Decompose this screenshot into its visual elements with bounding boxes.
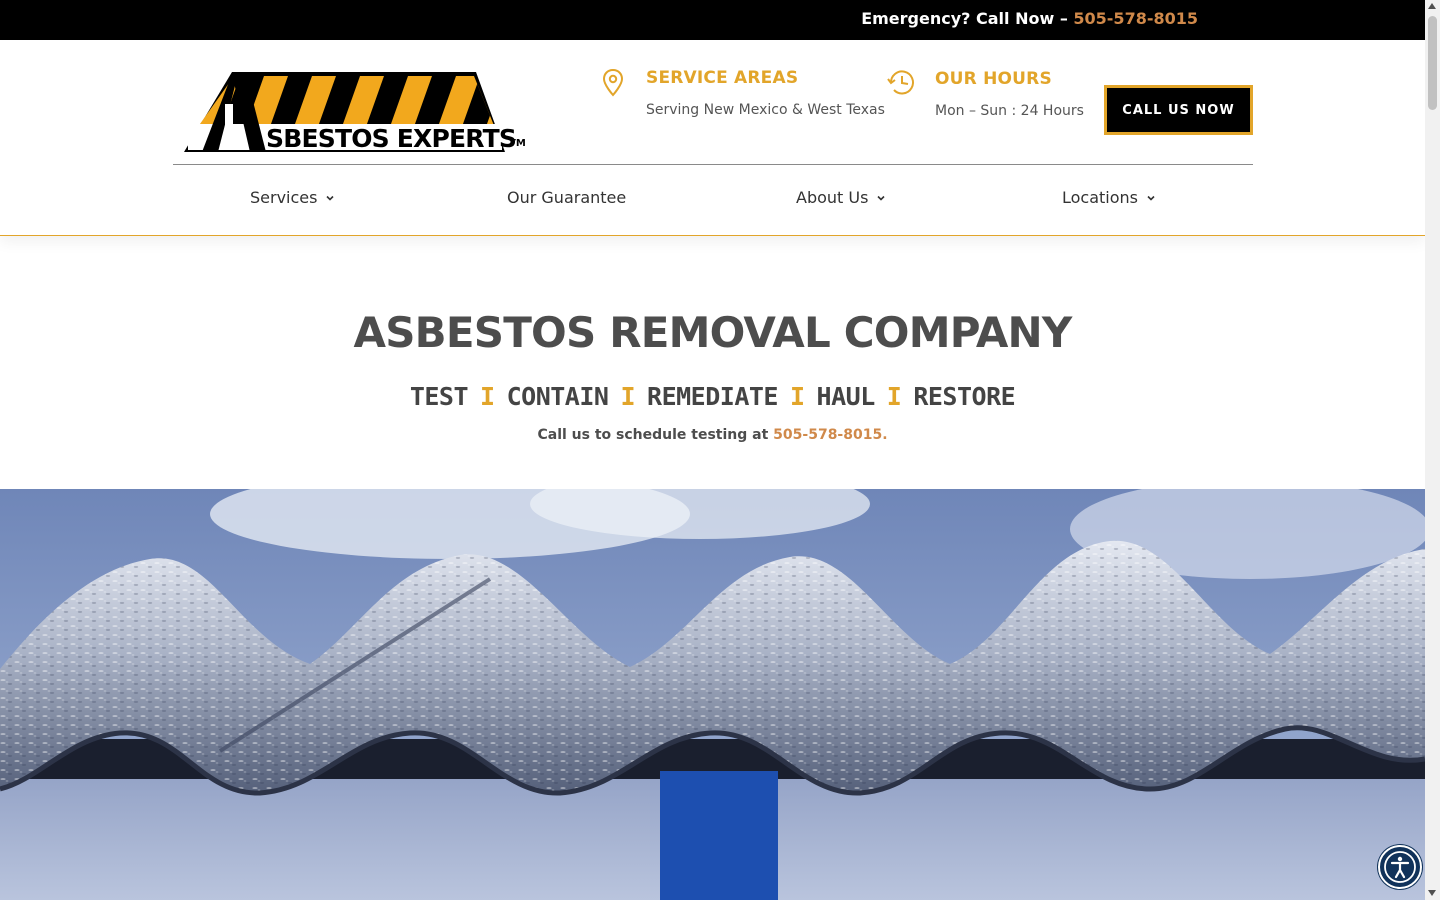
hero-roof-image [0, 489, 1425, 900]
step-haul: HAUL [816, 382, 876, 411]
nav-item-label: Locations [1062, 188, 1139, 207]
emergency-text: Emergency? Call Now – [861, 9, 1074, 28]
map-pin-icon [602, 68, 624, 97]
step-separator: I [480, 382, 495, 411]
nav-item-about-us[interactable]: About Us [796, 188, 886, 207]
step-restore: RESTORE [913, 382, 1016, 411]
scroll-down-arrow-icon[interactable] [1428, 890, 1436, 896]
nav-item-our-guarantee[interactable]: Our Guarantee [507, 188, 626, 207]
service-areas-block: SERVICE AREAS Serving New Mexico & West … [602, 68, 885, 128]
scroll-up-arrow-icon[interactable] [1428, 3, 1436, 9]
nav-item-services[interactable]: Services [250, 188, 335, 207]
hours-subtitle: Mon – Sun : 24 Hours [935, 103, 1084, 119]
step-separator: I [886, 382, 902, 411]
emergency-topbar: Emergency? Call Now – 505-578-8015 [0, 0, 1425, 40]
chevron-down-icon [1147, 195, 1155, 201]
nav-item-label: About Us [796, 188, 869, 207]
hours-block: OUR HOURS Mon – Sun : 24 Hours [887, 69, 1097, 129]
service-areas-title: SERVICE AREAS [646, 68, 799, 88]
hero-title: ASBESTOS REMOVAL COMPANY [353, 308, 1073, 357]
step-separator: I [789, 382, 805, 411]
step-contain: CONTAIN [506, 382, 609, 411]
emergency-phone-link[interactable]: 505-578-8015 [1073, 9, 1198, 28]
logo-trademark: TM [509, 138, 526, 149]
header-divider [173, 164, 1253, 165]
emergency-callout: Emergency? Call Now – 505-578-8015 [861, 9, 1198, 28]
schedule-phone-link[interactable]: 505-578-8015. [773, 427, 887, 443]
chevron-down-icon [326, 195, 335, 201]
nav-item-locations[interactable]: Locations [1062, 188, 1156, 207]
step-separator: I [620, 382, 636, 411]
chevron-down-icon [877, 195, 886, 201]
step-test: TEST [409, 382, 469, 411]
service-steps: TEST I CONTAIN I REMEDIATE I HAUL I RESTORE [0, 382, 1425, 411]
call-us-now-button[interactable]: CALL US NOW [1104, 85, 1253, 135]
accessibility-icon [1384, 851, 1416, 883]
main-nav: Services Our Guarantee About Us Location… [0, 188, 1425, 214]
site-logo[interactable]: SBESTOS EXPERTS TM [182, 70, 528, 156]
clock-history-icon [887, 70, 914, 95]
step-remediate: REMEDIATE [647, 382, 778, 411]
service-areas-subtitle: Serving New Mexico & West Texas [646, 102, 885, 118]
nav-item-label: Services [250, 188, 318, 207]
schedule-text: Call us to schedule testing at [537, 427, 774, 443]
corrugated-roof-image [0, 489, 1425, 900]
accessibility-button[interactable] [1378, 845, 1422, 889]
page-scrollbar[interactable] [1425, 0, 1440, 900]
schedule-testing-line: Call us to schedule testing at 505-578-8… [0, 427, 1425, 443]
logo-brand-text: SBESTOS EXPERTS [266, 124, 516, 153]
hours-title: OUR HOURS [935, 69, 1052, 89]
asbestos-experts-logo: SBESTOS EXPERTS TM [184, 72, 526, 153]
scrollbar-thumb[interactable] [1428, 16, 1437, 110]
page: Emergency? Call Now – 505-578-8015 SBEST… [0, 0, 1425, 900]
nav-item-label: Our Guarantee [507, 188, 627, 207]
site-header: SBESTOS EXPERTS TM SERVICE AREAS Serving… [0, 40, 1425, 236]
